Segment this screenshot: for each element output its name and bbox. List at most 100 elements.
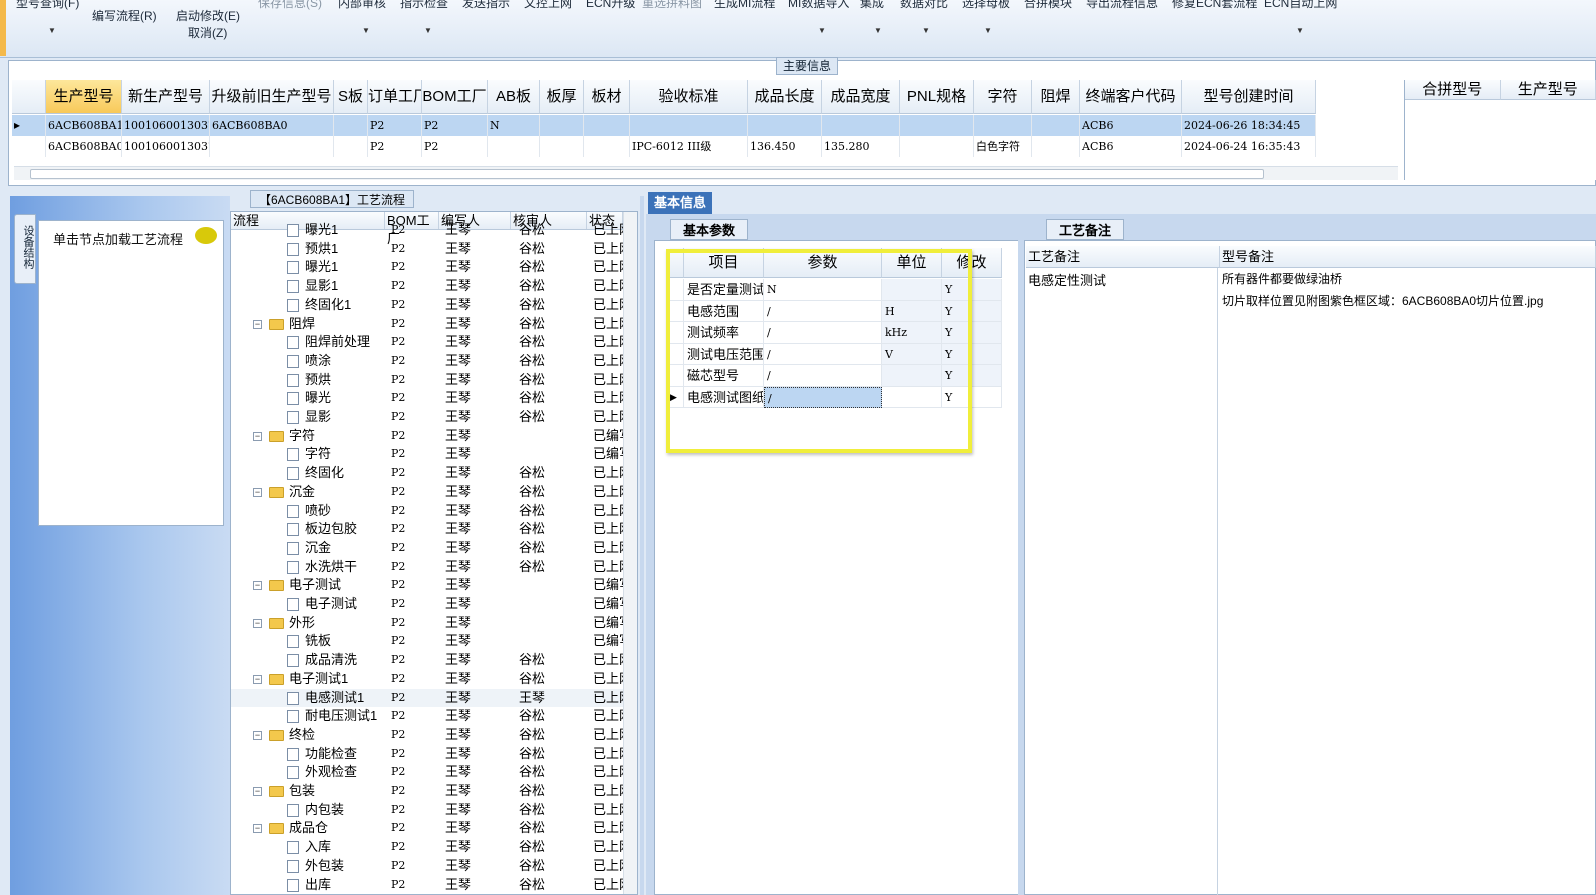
ribbon-button[interactable]: 集成 — [860, 0, 884, 11]
table-cell[interactable] — [630, 115, 748, 136]
collapse-toggle-icon[interactable]: − — [253, 787, 262, 796]
column-header[interactable]: 字符 — [974, 80, 1032, 114]
dropdown-arrow-icon[interactable]: ▼ — [48, 26, 56, 35]
table-cell[interactable] — [334, 115, 368, 136]
flow-vertical-scrollbar[interactable] — [623, 212, 637, 894]
table-cell[interactable]: P2 — [422, 115, 488, 136]
table-row[interactable]: 6ACB608BA010010600130374 P2P2 IPC-6012 III… — [12, 136, 1316, 157]
collapse-toggle-icon[interactable]: − — [253, 730, 262, 740]
params-unit-cell[interactable] — [882, 386, 942, 408]
flow-row[interactable]: 外包装 P2 王琴 谷松 已上网 — [231, 857, 632, 876]
column-header[interactable]: 板材 — [584, 80, 630, 114]
flow-row[interactable]: 终固化1 P2 王琴 谷松 已上网 — [231, 296, 632, 315]
params-item-cell[interactable]: 电感范围 — [684, 300, 764, 322]
table-cell[interactable] — [900, 136, 974, 157]
right-col-merge-model[interactable]: 合拼型号 — [1405, 80, 1501, 100]
table-cell[interactable]: IPC-6012 III级 — [630, 136, 748, 157]
ribbon-button[interactable]: 指示检查 — [400, 0, 448, 11]
tab-basic-info[interactable]: 基本信息 — [648, 192, 712, 214]
params-value-cell[interactable]: / — [764, 322, 882, 344]
params-unit-cell[interactable] — [882, 279, 942, 301]
flow-row[interactable]: 电感测试1 P2 王琴 王琴 已上网 — [231, 688, 632, 708]
ribbon-button[interactable]: 生成MI流程 — [714, 0, 775, 11]
flow-row[interactable]: 终固化 P2 王琴 谷松 已上网 — [231, 464, 632, 483]
grid-corner[interactable] — [12, 80, 46, 114]
params-col-unit[interactable]: 单位 — [882, 248, 942, 278]
table-cell[interactable]: 135.280 — [822, 136, 900, 157]
flow-row[interactable]: − 终检 P2 王琴 谷松 已上网 — [231, 726, 632, 745]
ribbon-button[interactable]: ECN自动上网 — [1264, 0, 1337, 11]
params-value-cell[interactable]: / — [764, 300, 882, 322]
flow-row[interactable]: 预烘1 P2 王琴 谷松 已上网 — [231, 240, 632, 259]
params-edit-cell[interactable]: Y — [942, 300, 1002, 322]
ribbon-button[interactable]: 选择母板 — [962, 0, 1010, 11]
flow-row[interactable]: 入库 P2 王琴 谷松 已上网 — [231, 838, 632, 857]
flow-row[interactable]: 成品清洗 P2 王琴 谷松 已上网 — [231, 651, 632, 670]
scrollbar-thumb[interactable] — [30, 169, 1264, 179]
collapse-toggle-icon[interactable]: − — [253, 319, 262, 329]
table-cell[interactable] — [540, 115, 584, 136]
flow-row[interactable]: − 电子测试 P2 王琴 已编写 — [231, 576, 632, 595]
params-edit-cell[interactable]: Y — [942, 343, 1002, 365]
params-row[interactable]: 磁芯型号 / Y — [670, 365, 1002, 387]
dropdown-arrow-icon[interactable]: ▼ — [922, 26, 930, 35]
collapse-toggle-icon[interactable]: − — [253, 487, 262, 497]
panel-splitter[interactable] — [640, 196, 644, 895]
params-row[interactable]: 测试电压范围 / V Y — [670, 343, 1002, 365]
ribbon-button[interactable]: 修复ECN套流程 — [1172, 0, 1257, 11]
flow-row[interactable]: − 电子测试1 P2 王琴 谷松 已上网 — [231, 670, 632, 689]
table-cell[interactable]: 6ACB608BA1 — [46, 115, 122, 136]
column-header[interactable]: AB板 — [488, 80, 540, 114]
flow-row[interactable]: 预烘 P2 王琴 谷松 已上网 — [231, 371, 632, 390]
flow-row[interactable]: 水洗烘干 P2 王琴 谷松 已上网 — [231, 558, 632, 577]
flow-row[interactable]: 喷涂 P2 王琴 谷松 已上网 — [231, 352, 632, 371]
flow-row[interactable]: 耐电压测试1 P2 王琴 谷松 已上网 — [231, 707, 632, 726]
table-cell[interactable]: P2 — [368, 136, 422, 157]
params-unit-cell[interactable]: kHz — [882, 322, 942, 344]
ribbon-button[interactable]: 合拼模块 — [1024, 0, 1072, 11]
table-cell[interactable] — [584, 115, 630, 136]
flow-row[interactable]: 外观检查 P2 王琴 谷松 已上网 — [231, 763, 632, 782]
side-tab-structure[interactable]: 设备结构 — [14, 214, 36, 284]
flow-row[interactable]: 沉金 P2 王琴 谷松 已上网 — [231, 539, 632, 558]
flow-row[interactable]: − 阻焊 P2 王琴 谷松 已上网 — [231, 315, 632, 334]
ribbon-button[interactable]: 文控上网 — [524, 0, 572, 11]
table-cell[interactable]: 6ACB608BA0 — [46, 136, 122, 157]
remarks-col-model[interactable]: 型号备注 — [1220, 246, 1596, 268]
ribbon-button[interactable]: 保存信息(S) — [258, 0, 322, 11]
tab-basic-params[interactable]: 基本参数 — [670, 219, 748, 240]
params-value-cell[interactable]: / — [764, 365, 882, 387]
process-remark-text[interactable]: 电感定性测试 — [1026, 268, 1217, 291]
flow-row[interactable]: 曝光1 P2 王琴 谷松 已上网 — [231, 258, 632, 277]
params-col-edit[interactable]: 修改 — [942, 248, 1002, 278]
table-cell[interactable]: N — [488, 115, 540, 136]
flow-row[interactable]: 板边包胶 P2 王琴 谷松 已上网 — [231, 520, 632, 539]
column-header[interactable]: BOM工厂 — [422, 80, 488, 114]
params-item-cell[interactable]: 磁芯型号 — [684, 365, 764, 387]
flow-row[interactable]: 曝光 P2 王琴 谷松 已上网 — [231, 389, 632, 408]
cancel-button[interactable]: 取消(Z) — [188, 24, 227, 41]
model-remark-text[interactable]: 所有器件都要做绿油桥 切片取样位置见附图紫色框区域：6ACB608BA0切片位置… — [1222, 268, 1594, 312]
speech-bubble-icon[interactable] — [195, 227, 217, 244]
dropdown-arrow-icon[interactable]: ▼ — [1296, 26, 1304, 35]
dropdown-arrow-icon[interactable]: ▼ — [874, 26, 882, 35]
panel-splitter[interactable] — [1018, 240, 1022, 895]
table-cell[interactable]: 白色字符 — [974, 136, 1032, 157]
flow-row[interactable]: − 成品仓 P2 王琴 谷松 已上网 — [231, 819, 632, 838]
table-cell[interactable]: 10010600130374 — [122, 115, 210, 136]
table-cell[interactable] — [584, 136, 630, 157]
params-item-cell[interactable]: 测试电压范围 — [684, 343, 764, 365]
table-cell[interactable]: ACB6 — [1080, 115, 1182, 136]
flow-row[interactable]: 显影 P2 王琴 谷松 已上网 — [231, 408, 632, 427]
flow-row[interactable]: 喷砂 P2 王琴 谷松 已上网 — [231, 502, 632, 521]
collapse-toggle-icon[interactable]: − — [253, 581, 262, 591]
ribbon-button[interactable]: MI数据导入 — [788, 0, 849, 11]
dropdown-arrow-icon[interactable]: ▼ — [362, 26, 370, 35]
params-item-cell[interactable]: 测试频率 — [684, 322, 764, 344]
remarks-col-process[interactable]: 工艺备注 — [1026, 246, 1220, 268]
table-cell[interactable] — [1032, 136, 1080, 157]
write-flow-button[interactable]: 编写流程(R) — [92, 7, 157, 24]
flow-row[interactable]: − 字符 P2 王琴 已编写 — [231, 427, 632, 446]
dropdown-arrow-icon[interactable]: ▼ — [818, 26, 826, 35]
table-cell[interactable]: ACB6 — [1080, 136, 1182, 157]
